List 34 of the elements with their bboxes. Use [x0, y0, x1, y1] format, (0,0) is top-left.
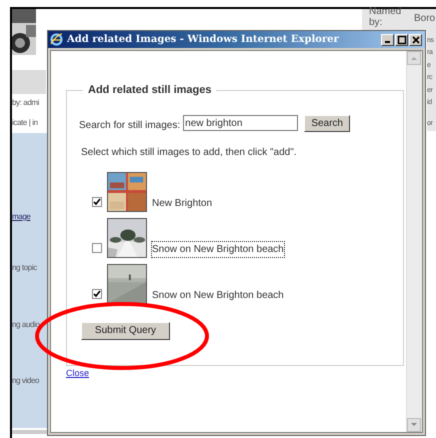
checkmark-icon: [93, 290, 101, 298]
field-value: Boro: [414, 12, 436, 26]
text-fragment: icate | in: [12, 117, 38, 129]
checkbox[interactable]: [92, 196, 102, 206]
minimize-icon: [385, 41, 390, 43]
close-link[interactable]: Close: [66, 367, 90, 380]
submit-button[interactable]: Submit Query: [81, 322, 170, 340]
image-label[interactable]: Snow on New Brighton beach: [152, 242, 284, 256]
image-label[interactable]: New Brighton: [152, 196, 212, 210]
text-fragment: ng topic: [12, 262, 37, 274]
window-title: Add related Images - Windows Internet Explorer: [67, 33, 340, 47]
instruction-text: Select which still images to add, then click "add".: [81, 146, 298, 160]
minimize-button[interactable]: [381, 34, 394, 46]
text-fragment: ng audio: [12, 319, 40, 331]
search-field[interactable]: new brighton: [183, 115, 298, 131]
text-fragment: by: admi: [12, 97, 40, 109]
section-heading: Add related still images: [87, 83, 212, 98]
maximize-icon: [396, 34, 406, 44]
checkbox[interactable]: [92, 288, 102, 298]
link[interactable]: mage: [12, 211, 30, 223]
field-label: Search for still images:: [79, 118, 180, 132]
field-label: Named by:: [369, 6, 402, 28]
scroll-down-icon[interactable]: [407, 418, 421, 432]
close-icon: [410, 34, 420, 44]
image-label[interactable]: Snow on New Brighton beach: [152, 288, 284, 302]
scrollbar[interactable]: [406, 51, 422, 432]
checkmark-icon: [93, 198, 101, 206]
close-button[interactable]: [409, 34, 422, 46]
e-logo-icon: [50, 33, 63, 46]
text-fragment: ng video: [12, 375, 40, 387]
maximize-button[interactable]: [395, 34, 408, 46]
checkbox[interactable]: [92, 242, 102, 252]
search-button[interactable]: Search: [304, 114, 350, 132]
header-band: [12, 70, 46, 94]
